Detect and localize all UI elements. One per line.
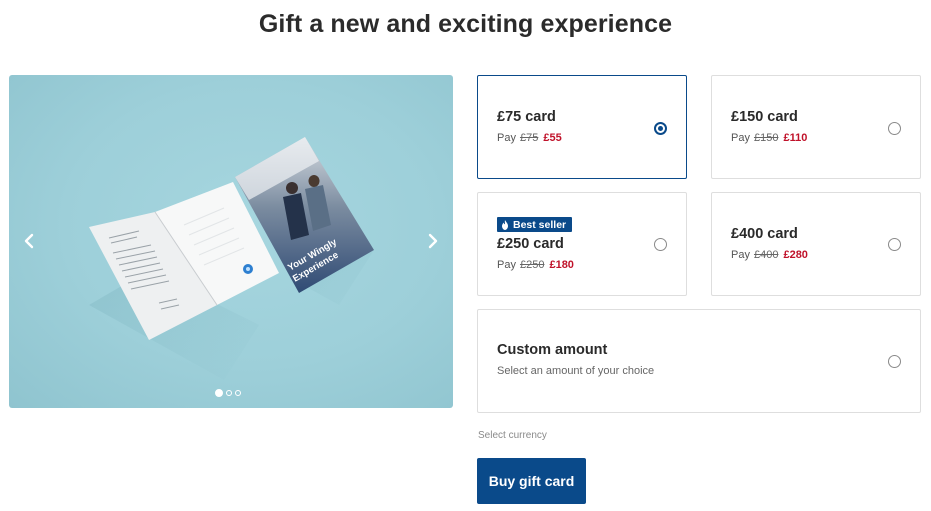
new-price: £110 xyxy=(783,132,808,144)
option-price: Pay £250 £180 xyxy=(497,259,574,271)
pay-prefix: Pay xyxy=(731,132,750,144)
custom-amount-hint: Select an amount of your choice xyxy=(497,365,655,377)
option-label: £250 card xyxy=(497,236,564,252)
greeting-card-image: Your Wingly Experience xyxy=(89,137,374,380)
option-radio[interactable] xyxy=(654,122,667,135)
option-radio[interactable] xyxy=(654,238,667,251)
option-label: £400 card xyxy=(731,226,798,242)
option-price: Pay £400 £280 xyxy=(731,249,808,261)
carousel-prev-button[interactable] xyxy=(17,227,41,255)
select-currency-link[interactable]: Select currency xyxy=(478,430,547,441)
carousel-dot-2[interactable] xyxy=(226,390,232,396)
buy-gift-card-button[interactable]: Buy gift card xyxy=(477,458,586,504)
carousel-dot-3[interactable] xyxy=(235,390,241,396)
gift-option-150[interactable]: £150 card Pay £150 £110 xyxy=(711,75,921,179)
old-price: £75 xyxy=(519,132,539,144)
option-label: £150 card xyxy=(731,109,798,125)
badge-label: Best seller xyxy=(513,218,567,231)
old-price: £250 xyxy=(519,259,545,271)
option-radio[interactable] xyxy=(888,355,901,368)
product-carousel[interactable]: Your Wingly Experience xyxy=(9,75,453,408)
new-price: £180 xyxy=(549,259,574,271)
option-label: £75 card xyxy=(497,109,556,125)
option-price: Pay £150 £110 xyxy=(731,132,807,144)
flame-icon xyxy=(502,219,508,230)
old-price: £150 xyxy=(753,132,779,144)
gift-option-75[interactable]: £75 card Pay £75 £55 xyxy=(477,75,687,179)
carousel-pagination xyxy=(215,389,241,397)
option-radio[interactable] xyxy=(888,122,901,135)
gift-option-250[interactable]: Best seller £250 card Pay £250 £180 xyxy=(477,192,687,296)
custom-amount-label: Custom amount xyxy=(497,342,608,358)
new-price: £280 xyxy=(783,249,808,261)
pay-prefix: Pay xyxy=(731,249,750,261)
carousel-next-button[interactable] xyxy=(421,227,445,255)
carousel-dot-1[interactable] xyxy=(215,389,223,397)
option-price: Pay £75 £55 xyxy=(497,132,562,144)
pay-prefix: Pay xyxy=(497,259,516,271)
pay-prefix: Pay xyxy=(497,132,516,144)
gift-option-custom[interactable]: Custom amount Select an amount of your c… xyxy=(477,309,921,413)
chevron-left-icon xyxy=(24,233,34,249)
gift-option-400[interactable]: £400 card Pay £400 £280 xyxy=(711,192,921,296)
page-title: Gift a new and exciting experience xyxy=(258,10,673,38)
option-radio[interactable] xyxy=(888,238,901,251)
old-price: £400 xyxy=(753,249,779,261)
best-seller-badge: Best seller xyxy=(497,217,573,232)
chevron-right-icon xyxy=(428,233,438,249)
new-price: £55 xyxy=(543,132,562,144)
